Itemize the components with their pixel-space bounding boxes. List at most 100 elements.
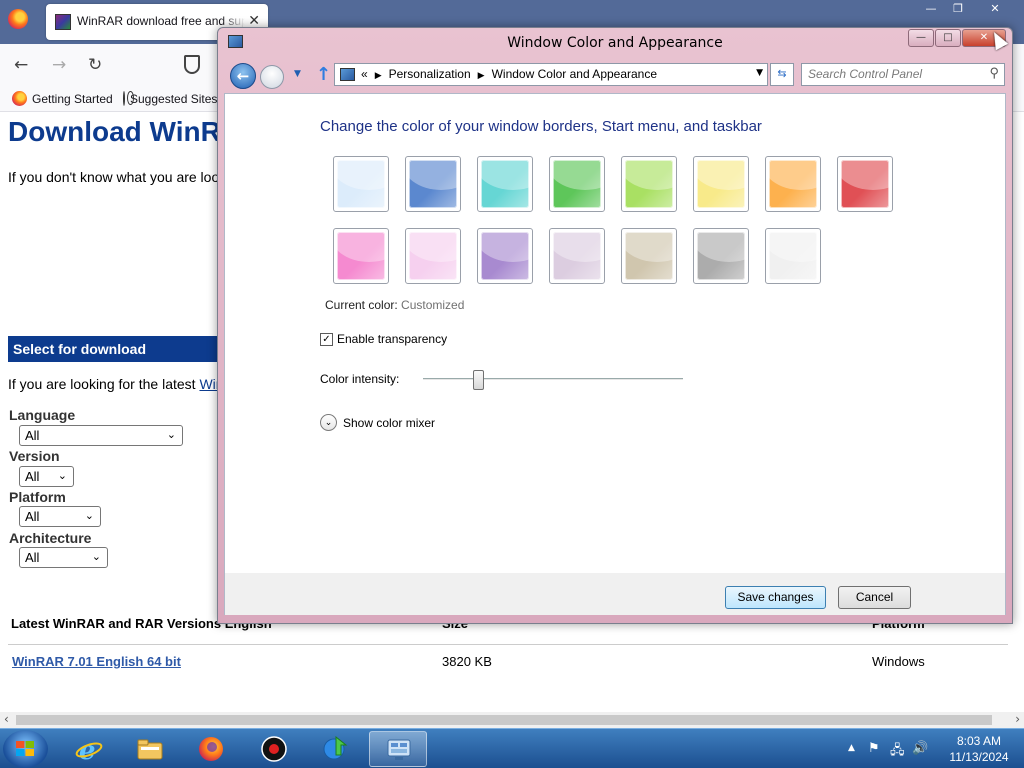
bookmark-suggested-sites[interactable]: Suggested Sites	[123, 91, 217, 106]
color-swatch-pumpkin[interactable]	[765, 156, 821, 212]
swatch-color-fill	[769, 232, 817, 280]
checkbox-check-icon[interactable]: ✓	[320, 332, 333, 346]
taskbar-control-panel[interactable]	[369, 731, 427, 767]
swatch-color-fill	[625, 160, 673, 208]
platform-select[interactable]: All ⌄	[19, 506, 101, 527]
firefox-icon[interactable]	[8, 9, 28, 29]
action-center-flag-icon[interactable]: ⚑	[868, 741, 880, 756]
platform-label: Platform	[9, 489, 66, 505]
start-button[interactable]	[3, 730, 48, 768]
scrollbar-thumb[interactable]	[16, 715, 992, 725]
color-intensity-slider[interactable]	[423, 378, 683, 381]
enable-transparency-checkbox[interactable]: ✓ Enable transparency	[320, 332, 447, 346]
recent-pages-icon[interactable]: ▼	[294, 69, 301, 79]
taskbar-obs[interactable]	[245, 731, 303, 767]
show-hidden-icons-icon[interactable]: ▲	[848, 743, 855, 753]
taskbar-internet-explorer[interactable]: e	[60, 731, 118, 767]
breadcrumb-window-color[interactable]: Window Color and Appearance	[492, 67, 657, 81]
dialog-minimize-button[interactable]: —	[908, 29, 934, 47]
color-swatch-twilight[interactable]	[405, 156, 461, 212]
browser-window-controls: — ❐ ✕	[918, 1, 1018, 17]
horizontal-scrollbar[interactable]: ‹ ›	[0, 712, 1024, 728]
tracking-shield-icon[interactable]	[184, 55, 200, 74]
version-select[interactable]: All ⌄	[19, 466, 74, 487]
color-swatch-lime[interactable]	[621, 156, 677, 212]
color-swatch-chocolate[interactable]	[693, 228, 749, 284]
back-arrow-icon[interactable]: ←	[14, 55, 28, 75]
back-icon[interactable]: ←	[230, 63, 256, 89]
chevron-down-icon: ⌄	[84, 510, 94, 522]
current-color-text: Current color: Customized	[325, 298, 464, 312]
architecture-select-value: All	[25, 550, 40, 565]
forward-icon[interactable]	[260, 65, 284, 89]
language-select[interactable]: All ⌄	[19, 425, 183, 446]
scroll-right-icon[interactable]: ›	[1015, 712, 1020, 726]
minimize-button[interactable]: —	[918, 1, 944, 17]
color-swatch-fuchsia[interactable]	[333, 228, 389, 284]
taskbar-firefox[interactable]	[182, 731, 240, 767]
color-swatch-violet[interactable]	[477, 228, 533, 284]
slider-thumb[interactable]	[472, 370, 484, 390]
window-color-dialog: Window Color and Appearance — □ ✕ ← ▼ ↑ …	[217, 27, 1013, 624]
chevron-down-icon: ⌄	[57, 470, 67, 482]
file-platform: Windows	[872, 654, 925, 669]
architecture-label: Architecture	[9, 530, 92, 546]
close-button[interactable]: ✕	[972, 1, 1018, 17]
chevron-down-icon[interactable]: ⌄	[320, 414, 337, 431]
maximize-button[interactable]: ❐	[945, 1, 971, 17]
cancel-button[interactable]: Cancel	[838, 586, 911, 609]
address-bar[interactable]: « ▶ Personalization ▶ Window Color and Appea…	[334, 63, 768, 86]
firefox-icon	[199, 737, 223, 761]
scroll-left-icon[interactable]: ‹	[4, 712, 9, 726]
color-mixer-label: Show color mixer	[343, 415, 436, 430]
download-globe-icon	[323, 735, 348, 760]
taskbar-download-manager[interactable]	[307, 731, 365, 767]
bookmark-getting-started[interactable]: Getting Started	[12, 91, 113, 106]
color-intensity-label: Color intensity:	[320, 372, 400, 386]
swatch-color-fill	[841, 160, 889, 208]
color-swatch-lemon[interactable]	[693, 156, 749, 212]
forward-arrow-icon[interactable]: →	[52, 55, 66, 75]
table-row: WinRAR 7.01 English 64 bit	[12, 654, 181, 669]
dialog-titlebar[interactable]: Window Color and Appearance — □ ✕	[218, 28, 1012, 58]
obs-record-icon	[261, 736, 287, 762]
reload-icon[interactable]: ↻	[88, 55, 102, 75]
download-link[interactable]: WinRAR 7.01 English 64 bit	[12, 654, 181, 669]
swatch-color-fill	[337, 160, 385, 208]
swatch-color-fill	[409, 160, 457, 208]
up-arrow-icon[interactable]: ↑	[316, 64, 331, 85]
network-icon[interactable]: 🖧	[890, 741, 905, 763]
color-swatch-taupe[interactable]	[621, 228, 677, 284]
taskbar-file-explorer[interactable]	[121, 731, 179, 767]
search-input[interactable]: Search Control Panel ⚲	[801, 63, 1005, 86]
breadcrumb: « ▶ Personalization ▶ Window Color and Appea…	[361, 67, 657, 81]
color-swatch-ruby[interactable]	[837, 156, 893, 212]
color-swatch-frost[interactable]	[765, 228, 821, 284]
dialog-content: Change the color of your window borders,…	[224, 93, 1006, 603]
swatch-color-fill	[553, 232, 601, 280]
swatch-color-fill	[409, 232, 457, 280]
version-label: Version	[9, 448, 60, 464]
color-swatch-sky[interactable]	[333, 156, 389, 212]
breadcrumb-overflow[interactable]: «	[361, 67, 368, 81]
breadcrumb-personalization[interactable]: Personalization	[389, 67, 471, 81]
winrar-favicon-icon	[55, 14, 71, 30]
firefox-icon	[12, 91, 27, 106]
address-dropdown-icon[interactable]: ▼	[756, 68, 763, 78]
clock[interactable]: 8:03 AM 11/13/2024	[944, 733, 1014, 765]
breadcrumb-separator-icon: ▶	[477, 70, 485, 80]
show-color-mixer-toggle[interactable]: ⌄ Show color mixer	[320, 414, 435, 431]
dialog-maximize-button[interactable]: □	[935, 29, 961, 47]
refresh-icon[interactable]: ⇆	[770, 63, 794, 86]
color-swatch-sea[interactable]	[477, 156, 533, 212]
color-swatch-leaf[interactable]	[549, 156, 605, 212]
language-label: Language	[9, 407, 76, 423]
color-swatch-lavender[interactable]	[549, 228, 605, 284]
table-divider	[8, 644, 1008, 645]
color-swatch-blush[interactable]	[405, 228, 461, 284]
system-tray: ▲ ⚑ 🖧 🔊 8:03 AM 11/13/2024	[834, 729, 1024, 768]
save-changes-button[interactable]: Save changes	[725, 586, 826, 609]
volume-icon[interactable]: 🔊	[912, 741, 928, 756]
search-icon[interactable]: ⚲	[989, 65, 999, 81]
architecture-select[interactable]: All ⌄	[19, 547, 108, 568]
